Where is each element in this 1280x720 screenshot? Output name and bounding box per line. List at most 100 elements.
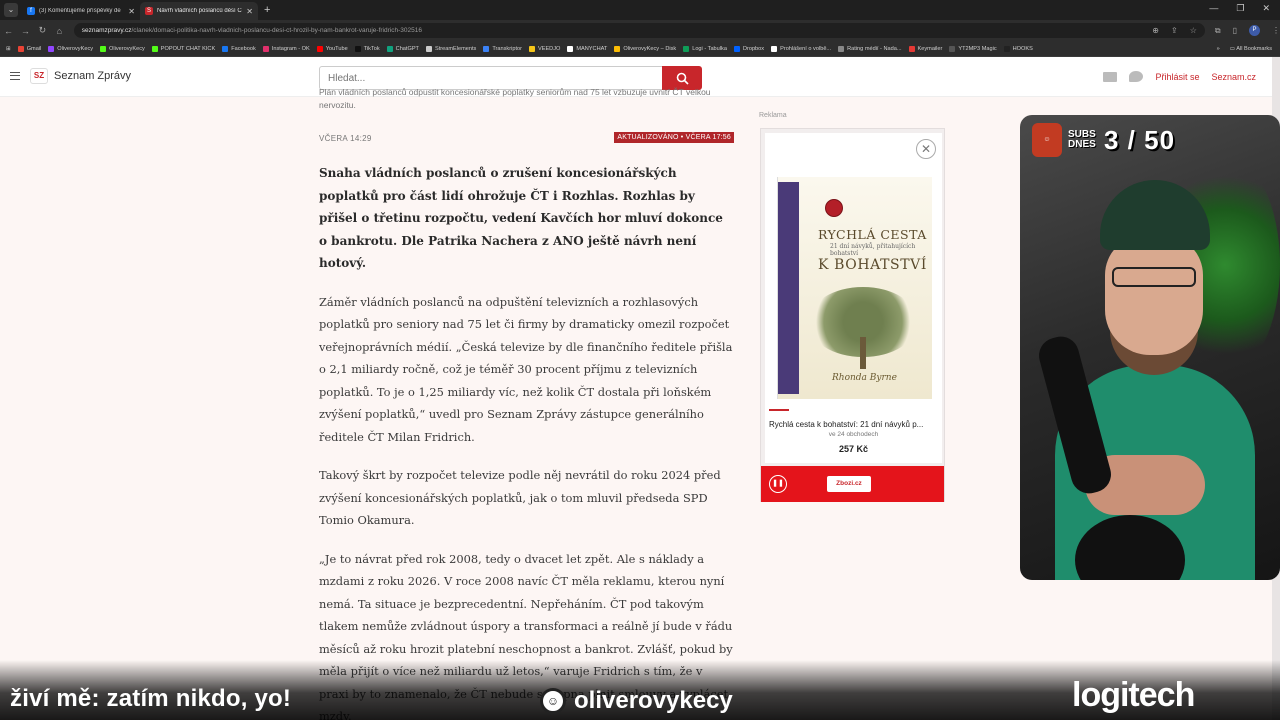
streamer-image — [1034, 155, 1255, 580]
bookmark-item[interactable]: YT2MP3 Magic — [949, 45, 997, 52]
channel-logo-icon: ☺ — [540, 688, 566, 714]
tab-facebook[interactable]: f (3) Komentujeme příspěvky de ✕ — [22, 2, 140, 20]
bookmark-item[interactable]: POPOUT CHAT KICK — [151, 45, 216, 52]
bookmark-favicon-icon — [48, 45, 55, 52]
bookmark-item[interactable]: Facebook — [222, 45, 256, 52]
ad-product-card[interactable]: ✕ RYCHLÁ CESTA 21 dní návyků, přitahujíc… — [765, 133, 942, 463]
hamburger-menu-icon[interactable] — [10, 72, 20, 80]
bookmark-favicon-icon — [567, 45, 574, 52]
facebook-icon: f — [27, 7, 35, 15]
zoom-icon[interactable]: ⊕ — [1152, 26, 1159, 35]
bookmark-label: Gmail — [26, 45, 42, 52]
ad-product-title[interactable]: Rychlá cesta k bohatství: 21 dní návyků … — [769, 420, 941, 429]
bookmark-item[interactable]: Keymailer — [908, 45, 943, 52]
all-bookmarks-folder[interactable]: ▭ All Bookmarks — [1230, 46, 1272, 52]
bookmark-item[interactable]: VEEDJO — [528, 45, 560, 52]
ad-footer: ❚❚ Zbozi.cz — [761, 466, 944, 502]
more-bookmarks-icon[interactable]: » — [1217, 46, 1220, 52]
bookmark-favicon-icon — [425, 45, 432, 52]
share-icon[interactable]: ⇪ — [1171, 26, 1178, 35]
search-icon — [676, 72, 689, 85]
bookmark-item[interactable]: StreamElements — [425, 45, 476, 52]
back-icon[interactable]: ← — [0, 26, 17, 36]
menu-icon[interactable]: ⋮ — [1272, 26, 1280, 35]
bookmark-item[interactable]: YouTube — [316, 45, 348, 52]
carousel-progress — [769, 409, 789, 411]
bookmark-favicon-icon — [838, 45, 845, 52]
tab-article[interactable]: S Návrh vládních poslanců děsí Č ✕ — [140, 2, 258, 20]
bookmark-item[interactable]: Transkriptor — [483, 45, 522, 52]
bookmark-item[interactable]: Gmail — [17, 45, 42, 52]
updated-badge: AKTUALIZOVÁNO • VČERA 17:56 — [614, 132, 734, 143]
bookmark-favicon-icon — [483, 45, 490, 52]
bookmark-item[interactable]: Instagram - OK — [262, 45, 310, 52]
bookmark-item[interactable]: TikTok — [354, 45, 380, 52]
forward-icon[interactable]: → — [17, 26, 34, 36]
bookmark-item[interactable]: Dropbox — [733, 45, 764, 52]
bookmark-label: POPOUT CHAT KICK — [160, 45, 216, 52]
close-icon[interactable]: ✕ — [916, 139, 936, 159]
login-link[interactable]: Přihlásit se — [1155, 72, 1199, 82]
maximize-icon[interactable]: ❐ — [1236, 3, 1244, 14]
glasses — [1112, 267, 1196, 287]
article: Plán vládních poslanců odpustit koncesio… — [319, 86, 734, 720]
bookmark-favicon-icon — [528, 45, 535, 52]
bookmark-label: Prohlášení o volbě... — [780, 45, 832, 52]
bookmark-item[interactable]: Prohlášení o volbě... — [771, 45, 832, 52]
url-field[interactable]: seznamzpravy.cz/clanek/domaci-politika-n… — [73, 23, 1205, 38]
subs-count: 3 / 50 — [1104, 124, 1176, 155]
apps-icon[interactable]: ⊞ — [6, 46, 11, 52]
sidebar-icon[interactable]: ▯ — [1233, 26, 1237, 35]
bookmark-item[interactable]: OliverovyKecy – Disk — [614, 45, 676, 52]
profile-avatar[interactable]: P — [1248, 25, 1260, 36]
bookmark-item[interactable]: Rating médií - Nada... — [838, 45, 902, 52]
pause-icon[interactable]: ❚❚ — [769, 475, 787, 493]
bookmark-label: Logi - Tabulka — [692, 45, 727, 52]
tab-title: Návrh vládních poslanců děsí Č — [157, 8, 242, 14]
channel-name: oliverovykecy — [574, 687, 733, 714]
article-paragraph: Takový škrt by rozpočet televize podle n… — [319, 468, 721, 527]
star-icon[interactable]: ☆ — [1190, 26, 1197, 35]
bookmark-label: TikTok — [363, 45, 380, 52]
bookmark-item[interactable]: MANYCHAT — [567, 45, 607, 52]
photo-caption: Plán vládních poslanců odpustit koncesio… — [319, 87, 711, 110]
home-icon[interactable]: ⌂ — [51, 26, 68, 36]
site-logo[interactable]: SZ Seznam Zprávy — [30, 68, 131, 84]
bookmark-label: Keymailer — [917, 45, 943, 52]
portal-link[interactable]: Seznam.cz — [1211, 72, 1256, 82]
stream-ticker: živí mě: zatím nikdo, yo! — [10, 685, 292, 712]
bookmark-item[interactable]: ChatGPT — [386, 45, 419, 52]
bookmark-label: Rating médií - Nada... — [847, 45, 902, 52]
bookmark-label: ChatGPT — [395, 45, 419, 52]
tab-search-icon[interactable]: ⌄ — [4, 3, 18, 17]
reload-icon[interactable]: ↻ — [34, 25, 51, 36]
bookmark-item[interactable]: OliverovyKecy — [48, 45, 94, 52]
bookmark-item[interactable]: Logi - Tabulka — [683, 45, 727, 52]
close-icon[interactable]: ✕ — [128, 7, 135, 16]
close-icon[interactable]: ✕ — [246, 7, 253, 16]
published-date: VČERA 14:29 — [319, 134, 372, 143]
extensions-icon[interactable]: ⧉ — [1215, 26, 1221, 36]
ad-price: 257 Kč — [838, 444, 869, 454]
mail-icon[interactable] — [1103, 71, 1118, 82]
url-path: /clanek/domaci-politika-navrh-vladnich-p… — [131, 27, 422, 34]
minimize-icon[interactable]: — — [1209, 3, 1218, 14]
bookmark-label: YT2MP3 Magic — [958, 45, 997, 52]
ad-banner[interactable]: ✕ RYCHLÁ CESTA 21 dní návyků, přitahujíc… — [760, 128, 945, 502]
bookmark-favicon-icon — [614, 45, 621, 52]
bookmark-favicon-icon — [151, 45, 158, 52]
bookmark-favicon-icon — [908, 45, 915, 52]
bookmark-item[interactable]: OliverovyKecy — [100, 45, 145, 52]
bookmark-label: HOOKS — [1012, 45, 1033, 52]
ad-label: Reklama — [759, 112, 787, 119]
bookmark-item[interactable]: HOOKS — [1003, 45, 1033, 52]
ad-brand-logo[interactable]: Zbozi.cz — [827, 476, 871, 492]
new-tab-button[interactable]: + — [264, 4, 270, 16]
bookmark-label: OliverovyKecy — [57, 45, 94, 52]
bookmark-favicon-icon — [100, 45, 107, 52]
bookmark-favicon-icon — [949, 45, 956, 52]
subs-label: SUBS DNES — [1068, 129, 1096, 150]
chat-icon[interactable] — [1129, 71, 1144, 82]
close-window-icon[interactable]: ✕ — [1262, 3, 1270, 14]
mascot-icon: ☺ — [1032, 123, 1062, 157]
